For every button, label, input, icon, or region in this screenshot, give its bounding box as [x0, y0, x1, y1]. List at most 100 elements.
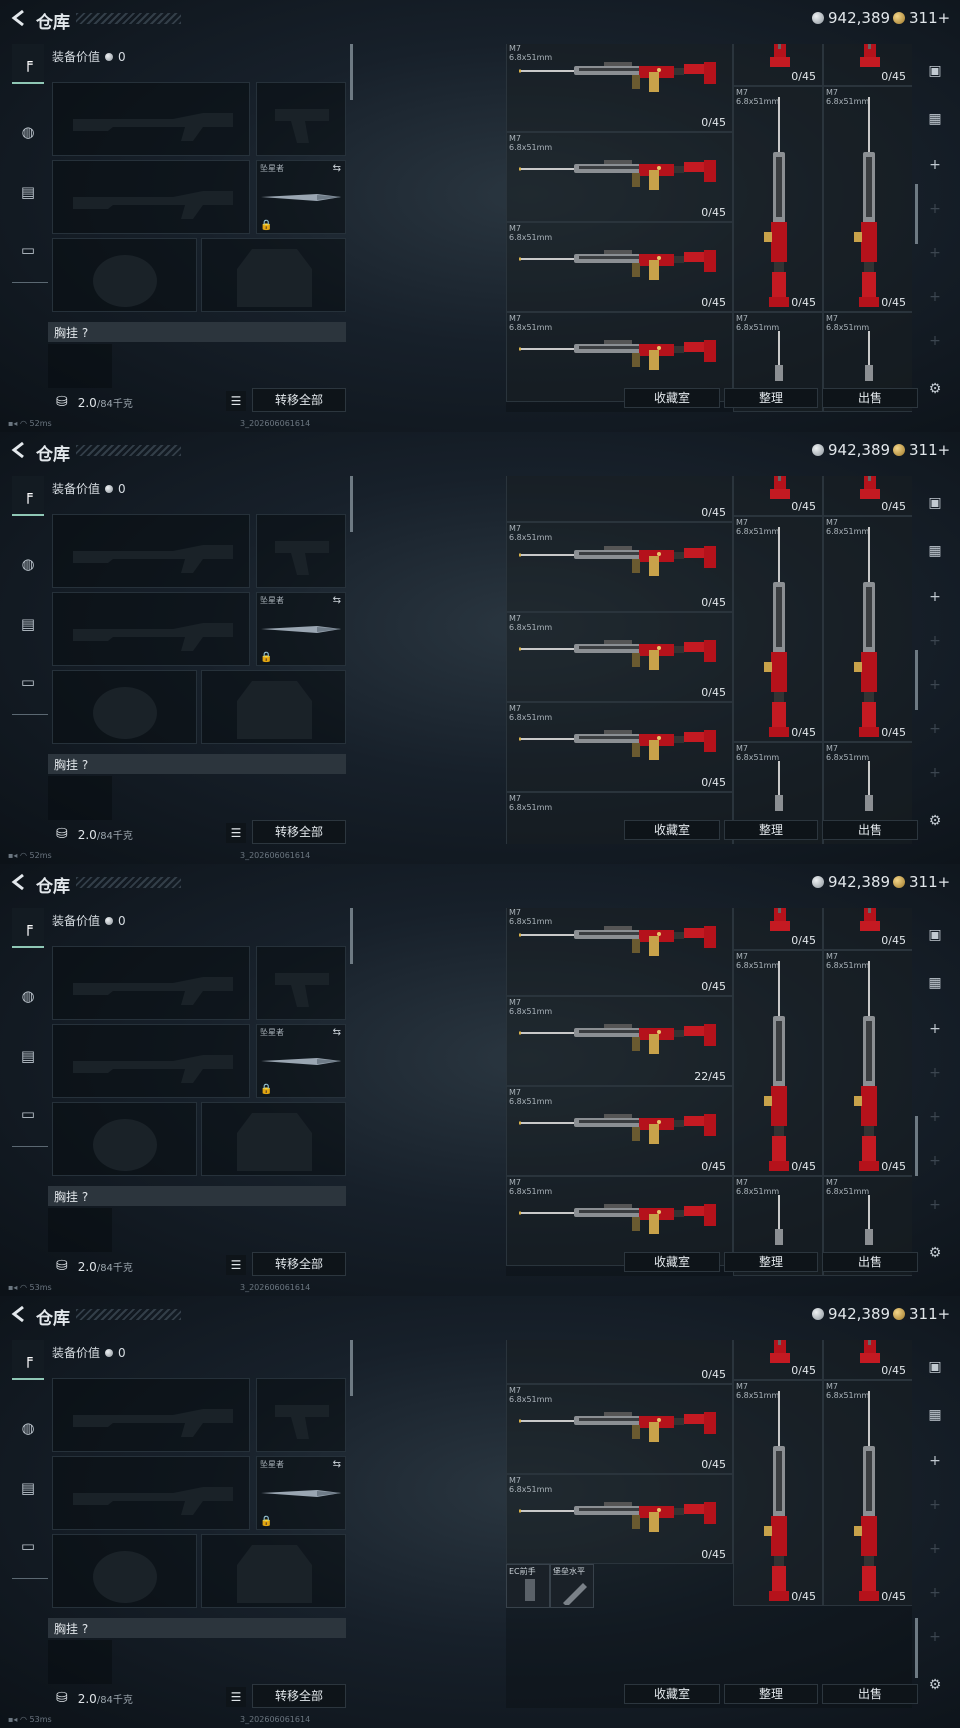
list-view-button[interactable]: ☰ [226, 823, 246, 843]
helmet-slot[interactable] [52, 670, 197, 744]
sidearm-slot[interactable] [256, 514, 346, 588]
gold-currency[interactable]: 311+ [893, 9, 950, 27]
stash-item[interactable]: M7 6.8x51mm 0/45 [733, 950, 823, 1176]
stash-item[interactable]: M7 6.8x51mm 0/45 [506, 612, 733, 702]
tab-backpack[interactable]: ▭ [12, 662, 44, 702]
tab-weapons[interactable]: ╒ [12, 44, 44, 84]
list-view-button[interactable]: ☰ [226, 1255, 246, 1275]
sell-button[interactable]: 出售 [822, 1684, 918, 1704]
help-icon[interactable]: ? [82, 1190, 88, 1204]
sidearm-slot[interactable] [256, 946, 346, 1020]
chest-rig-slot[interactable] [48, 776, 112, 820]
map-icon[interactable]: ▦ [926, 974, 944, 992]
stash-item[interactable]: M7 6.8x51mm 0/45 [506, 702, 733, 792]
stash-icon[interactable]: ▣ [926, 62, 944, 80]
tab-backpack[interactable]: ▭ [12, 1094, 44, 1134]
helmet-slot[interactable] [52, 1102, 197, 1176]
sell-button[interactable]: 出售 [822, 820, 918, 840]
chest-rig-slot[interactable] [48, 344, 112, 388]
stash-item[interactable]: 0/45 [823, 908, 912, 950]
collection-button[interactable]: 收藏室 [624, 1684, 720, 1704]
tab-vest[interactable]: ▤ [12, 1036, 44, 1076]
list-view-button[interactable]: ☰ [226, 391, 246, 411]
loadout-scrollbar[interactable] [350, 44, 353, 100]
collection-button[interactable]: 收藏室 [624, 820, 720, 840]
chest-rig-slot[interactable] [48, 1208, 112, 1252]
stash-icon[interactable]: ▣ [926, 494, 944, 512]
stash-item[interactable]: 0/45 [823, 44, 912, 86]
secondary-weapon-slot[interactable] [52, 592, 250, 666]
secondary-weapon-slot[interactable] [52, 160, 250, 234]
stash-item[interactable]: M7 6.8x51mm 0/45 [733, 1380, 823, 1606]
map-icon[interactable]: ▦ [926, 110, 944, 128]
sidearm-slot[interactable] [256, 82, 346, 156]
helmet-slot[interactable] [52, 1534, 197, 1608]
transfer-all-button[interactable]: 转移全部 [252, 1252, 346, 1276]
tab-vest[interactable]: ▤ [12, 172, 44, 212]
stash-item[interactable]: 0/45 [823, 476, 912, 516]
armor-slot[interactable] [201, 238, 346, 312]
stash-item[interactable]: M7 6.8x51mm 0/45 [733, 516, 823, 742]
tab-helmet[interactable]: ◍ [12, 976, 44, 1016]
gold-currency[interactable]: 311+ [893, 873, 950, 891]
stash-icon[interactable]: ▣ [926, 1358, 944, 1376]
transfer-all-button[interactable]: 转移全部 [252, 1684, 346, 1708]
melee-slot[interactable]: 坠星者 ⇆ 🔒 [256, 1024, 346, 1098]
help-icon[interactable]: ? [82, 758, 88, 772]
sell-button[interactable]: 出售 [822, 388, 918, 408]
attachment-item[interactable]: EC前手 [506, 1564, 550, 1608]
map-icon[interactable]: ▦ [926, 1406, 944, 1424]
stash-item[interactable]: M7 6.8x51mm 0/45 [506, 1384, 733, 1474]
loadout-scrollbar[interactable] [350, 1340, 353, 1396]
melee-slot[interactable]: 坠星者 ⇆ 🔒 [256, 1456, 346, 1530]
stash-item[interactable]: M7 6.8x51mm 0/45 [506, 1474, 733, 1564]
back-arrow-icon[interactable] [9, 440, 29, 460]
helmet-slot[interactable] [52, 238, 197, 312]
primary-weapon-slot[interactable] [52, 1378, 250, 1452]
tab-backpack[interactable]: ▭ [12, 1526, 44, 1566]
sidearm-slot[interactable] [256, 1378, 346, 1452]
tab-weapons[interactable]: ╒ [12, 476, 44, 516]
stash-item[interactable]: 0/45 [733, 476, 823, 516]
settings-gear-icon[interactable]: ⚙ [926, 1244, 944, 1262]
stash-item[interactable]: 0/45 [506, 476, 733, 522]
collection-button[interactable]: 收藏室 [624, 388, 720, 408]
transfer-all-button[interactable]: 转移全部 [252, 820, 346, 844]
plus-icon[interactable]: + [926, 588, 944, 606]
list-view-button[interactable]: ☰ [226, 1687, 246, 1707]
primary-weapon-slot[interactable] [52, 946, 250, 1020]
stash-icon[interactable]: ▣ [926, 926, 944, 944]
armor-slot[interactable] [201, 1102, 346, 1176]
gold-currency[interactable]: 311+ [893, 441, 950, 459]
melee-slot[interactable]: 坠星者 ⇆ 🔒 [256, 592, 346, 666]
stash-item[interactable]: M7 6.8x51mm 0/45 [506, 522, 733, 612]
tab-helmet[interactable]: ◍ [12, 544, 44, 584]
stash-item[interactable]: M7 6.8x51mm 0/45 [823, 1380, 912, 1606]
loadout-scrollbar[interactable] [350, 476, 353, 532]
back-arrow-icon[interactable] [9, 1304, 29, 1324]
primary-weapon-slot[interactable] [52, 514, 250, 588]
plus-icon[interactable]: + [926, 1020, 944, 1038]
armor-slot[interactable] [201, 1534, 346, 1608]
back-arrow-icon[interactable] [9, 8, 29, 28]
stash-item[interactable]: 0/45 [506, 1340, 733, 1384]
tab-helmet[interactable]: ◍ [12, 112, 44, 152]
stash-item[interactable]: M7 6.8x51mm 0/45 [506, 44, 733, 132]
stash-item[interactable]: 0/45 [823, 1340, 912, 1380]
tab-helmet[interactable]: ◍ [12, 1408, 44, 1448]
back-arrow-icon[interactable] [9, 872, 29, 892]
collection-button[interactable]: 收藏室 [624, 1252, 720, 1272]
sort-button[interactable]: 整理 [724, 1684, 818, 1704]
stash-item[interactable]: M7 6.8x51mm 0/45 [823, 950, 912, 1176]
primary-weapon-slot[interactable] [52, 82, 250, 156]
transfer-all-button[interactable]: 转移全部 [252, 388, 346, 412]
tab-weapons[interactable]: ╒ [12, 908, 44, 948]
tab-vest[interactable]: ▤ [12, 1468, 44, 1508]
stash-item[interactable]: M7 6.8x51mm 0/45 [823, 516, 912, 742]
help-icon[interactable]: ? [82, 326, 88, 340]
map-icon[interactable]: ▦ [926, 542, 944, 560]
sort-button[interactable]: 整理 [724, 820, 818, 840]
stash-item[interactable]: M7 6.8x51mm 0/45 [506, 1086, 733, 1176]
sort-button[interactable]: 整理 [724, 388, 818, 408]
tab-vest[interactable]: ▤ [12, 604, 44, 644]
